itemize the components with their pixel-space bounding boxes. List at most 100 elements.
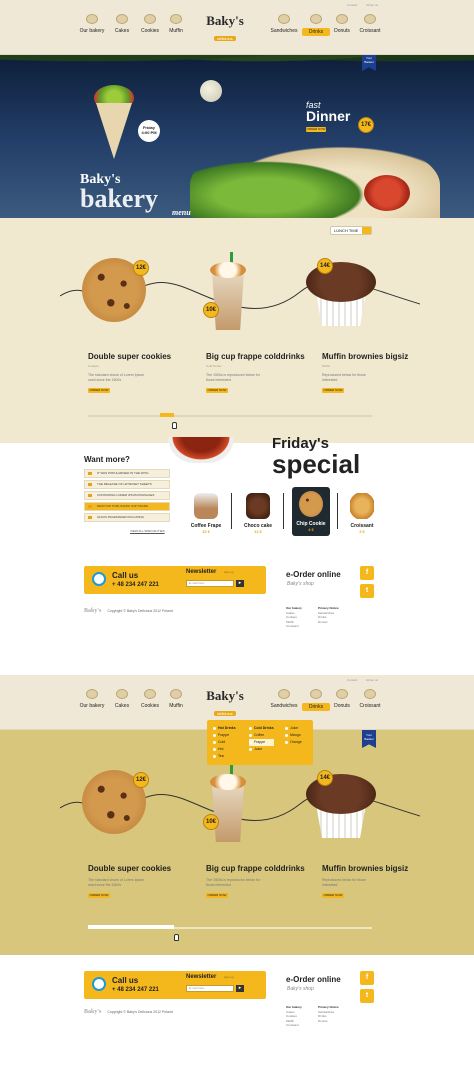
wrap-image [86, 85, 142, 163]
nav-item-donuts[interactable]: Donuts [328, 14, 356, 34]
nav-item-our-bakery[interactable]: Our bakery [78, 14, 106, 34]
product-title[interactable]: Big cup frappe colddrinks [206, 865, 306, 873]
nav-item-muffin[interactable]: Muffin [162, 689, 190, 709]
nav-item-cakes[interactable]: Cakes [108, 689, 136, 709]
bakery-icon [86, 689, 98, 699]
basket-ribbon[interactable]: Your Basket [362, 730, 376, 748]
product-title[interactable]: Double super cookies [88, 353, 188, 361]
footer-link[interactable]: Croissant [286, 1023, 302, 1028]
special-card[interactable]: Choco cake 12 € [240, 493, 276, 534]
carousel-scrollbar[interactable] [88, 925, 372, 929]
dropdown-column: Cold Drinks Coffee Frappe Juice [249, 725, 274, 753]
dropdown-item[interactable]: Juice [285, 725, 302, 732]
product-card: Big cup frappe colddrinks The 1500s is r… [206, 865, 306, 898]
skype-icon[interactable] [92, 977, 106, 991]
dropdown-item[interactable]: Hot [213, 746, 236, 753]
dropdown-item[interactable]: Cold Drinks [249, 725, 274, 732]
dropdown-item[interactable]: Hot Drinks [213, 725, 236, 732]
product-title[interactable]: Double super cookies [88, 865, 188, 873]
order-button[interactable]: ORDER NOW [88, 893, 110, 898]
nav-item-cookies[interactable]: Cookies [136, 14, 164, 34]
dropdown-item-hover[interactable]: Frappe [249, 739, 274, 746]
skype-icon[interactable] [92, 572, 106, 586]
about-link[interactable]: About us [366, 3, 378, 7]
list-item[interactable]: IT WAS POPULARISED IN THE WITH [84, 469, 170, 478]
about-link[interactable]: About us [366, 678, 378, 682]
product-card: Double super cookies The standard chunk … [88, 865, 188, 898]
order-button[interactable]: ORDER NOW [206, 388, 228, 393]
nav-item-croissant[interactable]: Croissant [356, 14, 384, 34]
nav-item-sandwiches[interactable]: Sandwiches [270, 689, 298, 709]
dropdown-item[interactable]: Cold [213, 739, 236, 746]
dropdown-item[interactable]: Juice [249, 746, 274, 753]
order-button[interactable]: ORDER NOW [322, 893, 344, 898]
dropdown-item[interactable]: Mango [285, 732, 302, 739]
nav-item-donuts[interactable]: Donuts [328, 689, 356, 709]
dropdown-item[interactable]: Orange [285, 739, 302, 746]
view-all-link[interactable]: VIEW ALL SPECIALITIES [130, 529, 165, 533]
cake-icon [116, 14, 128, 24]
nav-item-cookies[interactable]: Cookies [136, 689, 164, 709]
footer-link[interactable]: Privacy Notice [318, 606, 339, 611]
top-links: Contact About us [339, 678, 378, 682]
carousel-scrollbar[interactable] [88, 413, 372, 417]
nav-label: Croissant [359, 28, 381, 34]
special-card[interactable]: Coffee Frape 10 € [188, 493, 224, 534]
specials-list: IT WAS POPULARISED IN THE WITH THE RELEA… [84, 469, 170, 524]
nav-item-cakes[interactable]: Cakes [108, 14, 136, 34]
email-input[interactable]: E-mail here [186, 985, 234, 992]
contact-link[interactable]: Contact [347, 678, 357, 682]
order-button[interactable]: ORDER NOW [322, 388, 344, 393]
lunch-label: LUNCH TIME [334, 228, 359, 233]
nav-item-muffin[interactable]: Muffin [162, 14, 190, 34]
product-title[interactable]: Muffin brownies bigsiz [322, 353, 422, 361]
nav-item-drinks[interactable]: Drinks [302, 14, 330, 36]
call-us-label: Call us [112, 571, 139, 580]
card-price: 3 € [359, 529, 365, 534]
newsletter-submit-button[interactable]: ▸ [236, 985, 244, 992]
product-title[interactable]: Muffin brownies bigsiz [322, 865, 422, 873]
price-badge: 12€ [133, 772, 149, 788]
list-item[interactable]: THE RELEASE OF LETRASET SHEETS [84, 480, 170, 489]
list-item[interactable]: ALDUS PAGEMAKER INCLUDING [84, 513, 170, 522]
email-input[interactable]: E-mail here [186, 580, 234, 587]
list-item[interactable]: CONTAINING LOREM IPSUM PASSAGES [84, 491, 170, 500]
twitter-icon[interactable]: t [360, 989, 374, 1003]
facebook-icon[interactable]: f [360, 566, 374, 580]
footer-logo: Baky's [84, 1009, 102, 1015]
nav-item-sandwiches[interactable]: Sandwiches [270, 14, 298, 34]
call-us-label: Call us [112, 976, 139, 985]
nav-item-croissant[interactable]: Croissant [356, 689, 384, 709]
dropdown-item[interactable]: Tea [213, 753, 236, 760]
logo[interactable]: Baky's delicious [196, 689, 254, 720]
croissant-icon [364, 689, 376, 699]
twitter-icon[interactable]: t [360, 584, 374, 598]
special-card[interactable]: Croissant 3 € [344, 493, 380, 534]
footer-link[interactable]: Donuts [318, 620, 339, 625]
lunch-time-select[interactable]: LUNCH TIME [330, 226, 372, 235]
order-button[interactable]: ORDER NOW [206, 893, 228, 898]
footer-link[interactable]: Donuts [318, 1019, 339, 1024]
scrollbar-knob[interactable] [160, 413, 174, 417]
footer-link[interactable]: Our bakery [286, 606, 302, 611]
footer-links-col1: Our bakery Cakes Cookies Muffin Croissan… [286, 606, 302, 629]
nav-item-our-bakery[interactable]: Our bakery [78, 689, 106, 709]
list-item[interactable]: DESKTOP PUBLISHING SOFTWARE [84, 502, 170, 511]
footer-link[interactable]: Privacy Notice [318, 1005, 339, 1010]
frappe-image [208, 764, 248, 842]
top-links: Contact About us [339, 3, 378, 7]
order-button[interactable]: ORDER NOW [88, 388, 110, 393]
contact-link[interactable]: Contact [347, 3, 357, 7]
scrollbar-knob[interactable] [88, 925, 174, 929]
hero-order-button[interactable]: ORDER NOW [306, 127, 326, 132]
logo[interactable]: Baky's delicious [196, 14, 254, 45]
footer-link[interactable]: Croissant [286, 624, 302, 629]
nav-item-drinks[interactable]: Drinks [302, 689, 330, 711]
facebook-icon[interactable]: f [360, 971, 374, 985]
footer-link[interactable]: Our bakery [286, 1005, 302, 1010]
product-title[interactable]: Big cup frappe colddrinks [206, 353, 306, 361]
dropdown-item[interactable]: Coffee [249, 732, 274, 739]
newsletter-submit-button[interactable]: ▸ [236, 580, 244, 587]
special-card-selected[interactable]: Chip Cookie 4 € [292, 487, 330, 536]
dropdown-item[interactable]: Frappe [213, 732, 236, 739]
